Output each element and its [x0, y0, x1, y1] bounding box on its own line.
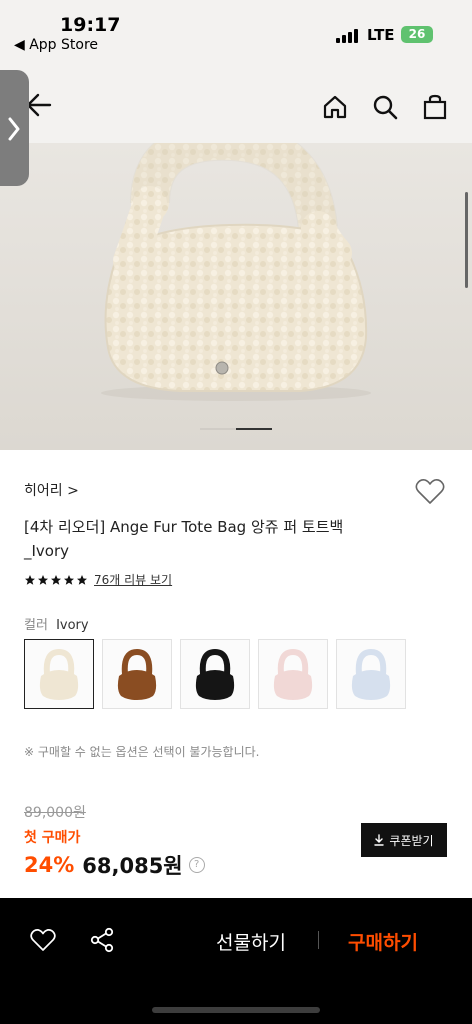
fur-tote-bag-image	[101, 143, 371, 401]
battery-icon: 26	[401, 26, 433, 43]
price-row: 24% 68,085원 ?	[24, 850, 205, 880]
chevron-right-icon	[8, 117, 20, 141]
top-nav	[0, 60, 472, 143]
first-purchase-label: 첫 구매가	[24, 830, 81, 846]
home-indicator[interactable]	[152, 1007, 320, 1013]
sale-price: 68,085원	[82, 854, 183, 878]
product-image[interactable]	[0, 143, 472, 450]
wishlist-heart-icon[interactable]	[415, 478, 445, 509]
bag-thumbnail-icon	[117, 648, 157, 700]
rating-stars	[24, 574, 88, 586]
star-icon	[77, 574, 87, 585]
bag-thumbnail-icon	[195, 648, 235, 700]
swatch-pink[interactable]	[258, 639, 328, 709]
back-to-app-store[interactable]: ◀ App Store	[14, 37, 98, 53]
original-price: 89,000원	[24, 805, 86, 821]
discount-rate: 24%	[24, 853, 75, 877]
share-icon[interactable]	[89, 927, 115, 957]
swatch-sky-blue[interactable]	[336, 639, 406, 709]
star-icon	[25, 574, 35, 585]
scroll-indicator	[465, 192, 468, 288]
cellular-signal-icon	[336, 27, 360, 43]
side-drawer-handle[interactable]	[0, 70, 29, 186]
buy-button[interactable]: 구매하기	[348, 928, 418, 955]
status-bar: 19:17 ◀ App Store LTE 26	[0, 0, 472, 60]
button-divider	[318, 931, 319, 949]
bag-thumbnail-icon	[273, 648, 313, 700]
rating-row: 76개 리뷰 보기	[24, 571, 172, 588]
coupon-button[interactable]: 쿠폰받기	[361, 823, 447, 857]
shopping-bag-icon[interactable]	[422, 94, 448, 120]
search-icon[interactable]	[372, 94, 398, 120]
brand-link[interactable]: 히어리 >	[24, 480, 79, 500]
swatch-black[interactable]	[180, 639, 250, 709]
bottom-action-bar: 선물하기 구매하기	[0, 898, 472, 1024]
home-icon[interactable]	[322, 94, 348, 120]
option-notice: ※ 구매할 수 없는 옵션은 선택이 불가능합니다.	[24, 745, 260, 759]
review-link[interactable]: 76개 리뷰 보기	[94, 571, 172, 588]
product-title: [4차 리오더] Ange Fur Tote Bag 앙쥬 퍼 토트백 _Ivo…	[24, 518, 344, 560]
swatch-ivory[interactable]	[24, 639, 94, 709]
image-pager-track	[200, 428, 236, 430]
gift-button[interactable]: 선물하기	[216, 928, 286, 955]
download-icon	[374, 834, 385, 846]
battery-level: 26	[408, 27, 426, 41]
bag-thumbnail-icon	[351, 648, 391, 700]
status-time: 19:17	[60, 14, 121, 36]
star-icon	[51, 574, 61, 585]
star-icon	[38, 574, 48, 585]
color-swatches	[24, 639, 406, 709]
color-value: Ivory	[56, 618, 89, 633]
bag-thumbnail-icon	[39, 648, 79, 700]
color-key: 컬러	[24, 618, 48, 633]
swatch-brown[interactable]	[102, 639, 172, 709]
star-icon	[64, 574, 74, 585]
heart-icon[interactable]	[30, 928, 56, 956]
color-option-label: 컬러 Ivory	[24, 614, 89, 633]
coupon-button-label: 쿠폰받기	[389, 833, 434, 848]
image-pager-active	[236, 428, 272, 430]
network-type: LTE	[367, 26, 395, 44]
info-icon[interactable]: ?	[188, 857, 205, 873]
